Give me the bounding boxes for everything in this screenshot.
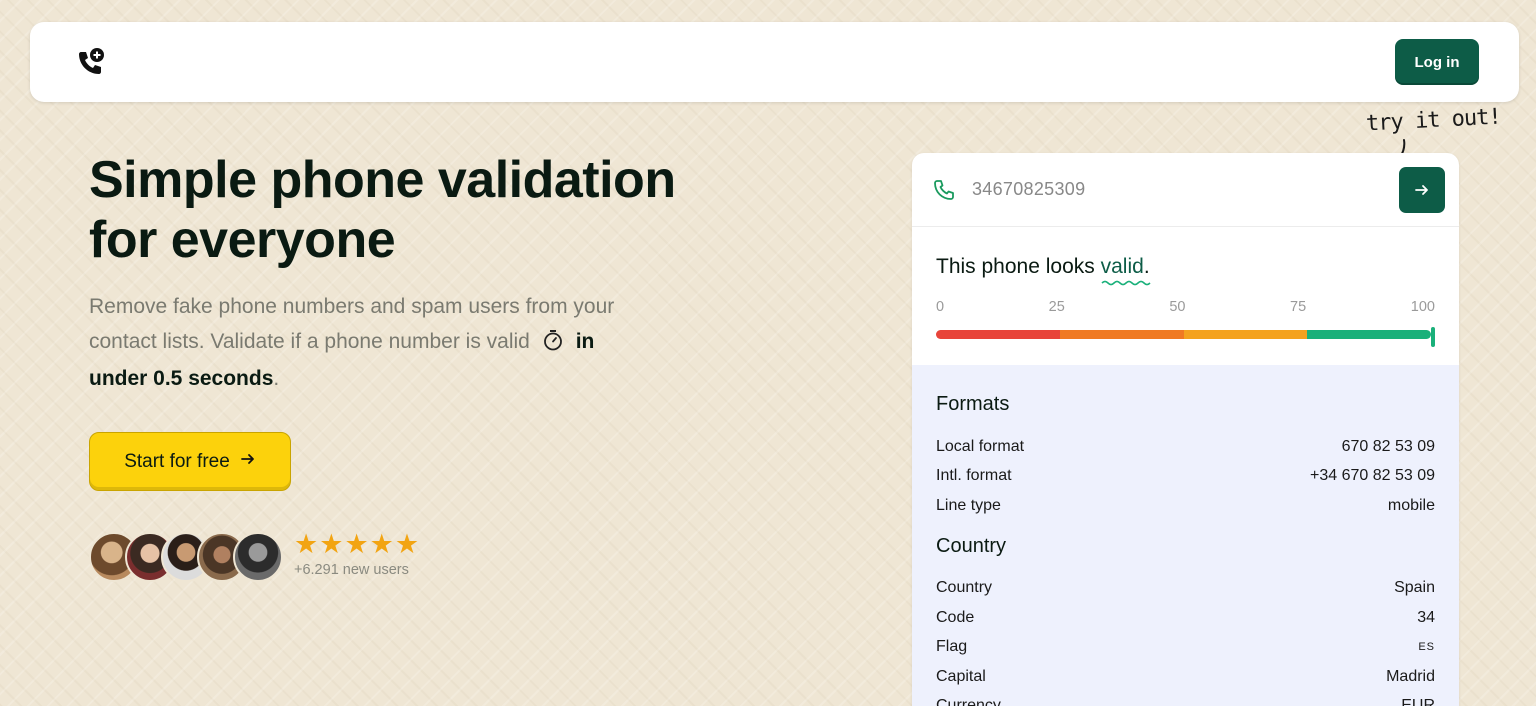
row-value: Madrid xyxy=(1386,667,1435,685)
login-button[interactable]: Log in xyxy=(1395,39,1479,85)
row-label: Code xyxy=(936,608,975,626)
row-label: Local format xyxy=(936,437,1025,455)
row-value: 670 82 53 09 xyxy=(1341,437,1435,455)
result-word: valid xyxy=(1100,255,1151,286)
star-icon: ★ xyxy=(319,529,344,559)
row-value: 34 xyxy=(1417,608,1435,626)
arrow-right-icon xyxy=(240,451,256,473)
arrow-right-icon xyxy=(1415,184,1428,195)
phone-validator-card: This phone looks valid. 0 25 50 75 100 F… xyxy=(912,153,1459,706)
table-row: Local format 670 82 53 09 xyxy=(936,432,1435,462)
scale-label: 75 xyxy=(1290,299,1307,315)
table-row: Currency EUR xyxy=(936,692,1435,706)
star-icon: ★ xyxy=(294,529,319,559)
score-bar xyxy=(936,327,1435,347)
avatar xyxy=(233,532,283,582)
table-row: Country Spain xyxy=(936,574,1435,604)
row-label: Country xyxy=(936,579,993,597)
hero-title-line2: for everyone xyxy=(89,211,396,269)
start-for-free-button[interactable]: Start for free xyxy=(89,432,291,491)
score-marker xyxy=(1431,327,1435,347)
row-label: Flag xyxy=(936,638,968,656)
hero-subtitle-end: . xyxy=(273,367,280,390)
phone-icon xyxy=(932,177,958,203)
bar-segment-orange xyxy=(1059,330,1184,339)
flag-icon: ES xyxy=(1418,641,1435,654)
start-for-free-label: Start for free xyxy=(124,450,230,472)
validate-submit-button[interactable] xyxy=(1399,166,1445,213)
result-word-text: valid xyxy=(1100,255,1144,278)
scale-label: 50 xyxy=(1169,299,1186,315)
row-value: +34 670 82 53 09 xyxy=(1309,467,1435,485)
result-text: This phone looks valid. xyxy=(936,255,1435,286)
table-row: Intl. format +34 670 82 53 09 xyxy=(936,462,1435,492)
star-icon: ★ xyxy=(344,529,369,559)
formats-title: Formats xyxy=(936,393,1010,415)
phone-number-input[interactable] xyxy=(972,179,1399,200)
hero-title: Simple phone validation for everyone xyxy=(89,150,789,270)
star-icon: ★ xyxy=(369,529,394,559)
validation-result: This phone looks valid. 0 25 50 75 100 xyxy=(912,227,1459,365)
table-row: Flag ES xyxy=(936,633,1435,663)
table-row: Code 34 xyxy=(936,603,1435,633)
row-value: Spain xyxy=(1394,579,1435,597)
hero-subtitle: Remove fake phone numbers and spam users… xyxy=(89,290,649,397)
row-value: mobile xyxy=(1387,496,1435,514)
hero-subtitle-text: Remove fake phone numbers and spam users… xyxy=(89,295,615,353)
result-prefix: This phone looks xyxy=(936,255,1101,278)
bar-segment-amber xyxy=(1183,330,1308,339)
row-label: Line type xyxy=(936,496,1001,514)
phone-input-row xyxy=(912,153,1459,227)
stopwatch-icon xyxy=(542,328,564,363)
row-value: EUR xyxy=(1401,697,1435,706)
bar-segment-red xyxy=(936,330,1060,339)
scale-label: 25 xyxy=(1048,299,1065,315)
try-it-out-annotation: try it out! xyxy=(1365,104,1502,137)
bar-segment-green xyxy=(1307,330,1431,339)
rating-stars: ★ ★ ★ ★ ★ xyxy=(294,530,419,558)
scale-label: 0 xyxy=(936,299,945,315)
phone-plus-icon[interactable] xyxy=(74,45,108,79)
row-label: Intl. format xyxy=(936,467,1012,485)
table-row: Capital Madrid xyxy=(936,662,1435,692)
star-icon: ★ xyxy=(394,529,420,559)
squiggle-underline-icon xyxy=(1101,280,1151,286)
row-label: Capital xyxy=(936,667,986,685)
scale-label: 100 xyxy=(1410,299,1435,315)
hero-title-line1: Simple phone validation xyxy=(89,151,676,209)
top-navbar: Log in xyxy=(30,22,1519,102)
new-users-count: +6.291 new users xyxy=(294,562,409,578)
user-avatars xyxy=(89,532,283,582)
table-row: Line type mobile xyxy=(936,491,1435,521)
score-scale: 0 25 50 75 100 xyxy=(936,299,1435,315)
row-label: Currency xyxy=(936,697,1001,706)
country-title: Country xyxy=(936,534,1007,557)
result-suffix: . xyxy=(1143,255,1150,278)
phone-details: Formats Local format 670 82 53 09 Intl. f… xyxy=(912,365,1459,706)
